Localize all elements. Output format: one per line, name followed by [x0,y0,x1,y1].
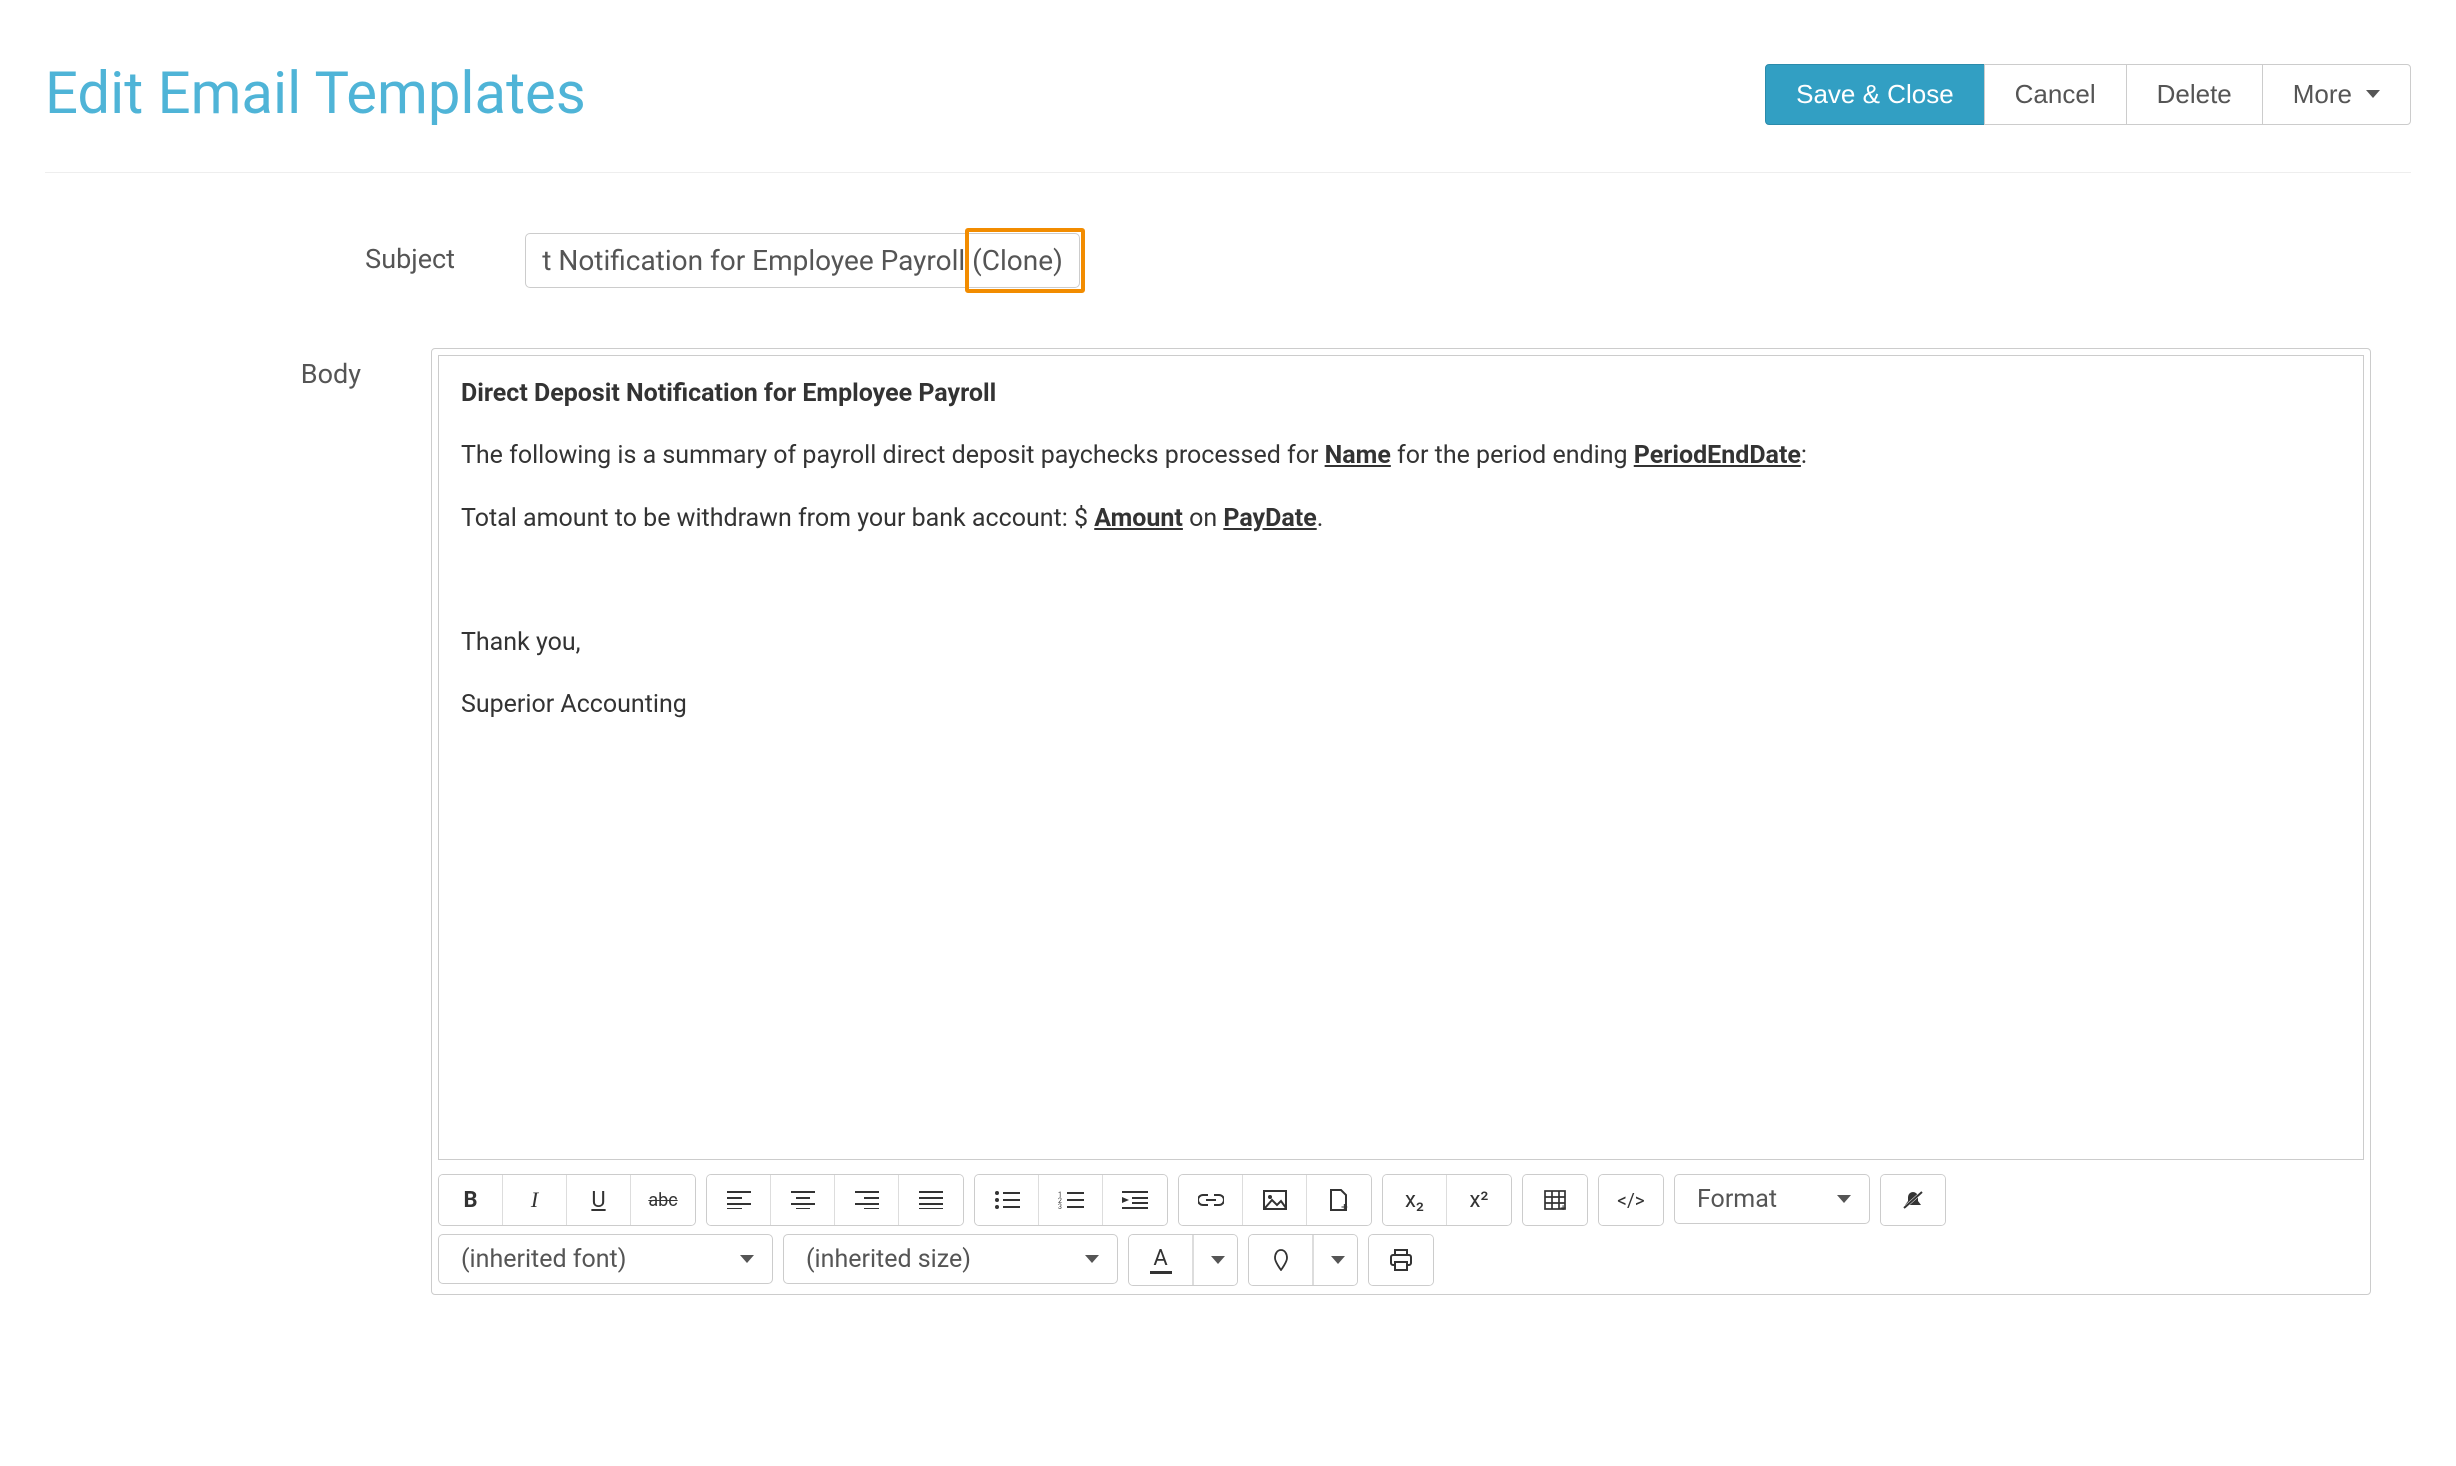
chevron-down-icon [740,1255,754,1263]
svg-text:+: + [1341,1200,1348,1211]
print-icon [1389,1249,1413,1271]
font-family-label: (inherited font) [461,1245,626,1274]
editor-content[interactable]: Direct Deposit Notification for Employee… [438,355,2364,1160]
bullet-list-icon [994,1191,1020,1209]
indent-button[interactable] [1103,1175,1167,1225]
page-title: Edit Email Templates [45,60,586,128]
align-justify-icon [919,1191,943,1209]
strike-icon: abc [648,1190,677,1211]
chevron-down-icon [1331,1256,1345,1264]
italic-button[interactable]: I [503,1175,567,1225]
insert-table-button[interactable]: + [1523,1175,1587,1225]
save-close-button[interactable]: Save & Close [1765,64,1985,125]
print-button[interactable] [1369,1235,1433,1285]
action-button-group: Save & Close Cancel Delete More [1766,64,2411,125]
highlight-button[interactable] [1249,1235,1313,1285]
body-line2-post: . [1317,504,1324,533]
insert-link-button[interactable] [1179,1175,1243,1225]
body-signature: Superior Accounting [461,687,2341,723]
body-line1-post: : [1801,441,1807,470]
ordered-list-icon: 123 [1058,1191,1084,1209]
clear-format-icon [1902,1190,1924,1210]
underline-icon: U [591,1188,605,1213]
editor-toolbar: B I U abc [432,1166,2370,1232]
body-line1-pre: The following is a summary of payroll di… [461,441,1325,470]
align-center-button[interactable] [771,1175,835,1225]
indent-icon [1122,1191,1148,1209]
body-line2-pre: Total amount to be withdrawn from your b… [461,504,1094,533]
ordered-list-button[interactable]: 123 [1039,1175,1103,1225]
insert-file-button[interactable]: + [1307,1175,1371,1225]
insert-image-button[interactable] [1243,1175,1307,1225]
body-thank-you: Thank you, [461,625,2341,661]
chevron-down-icon [1085,1255,1099,1263]
align-left-icon [727,1191,751,1209]
chevron-down-icon [2366,90,2380,98]
format-select[interactable]: Format [1674,1174,1870,1224]
font-color-icon: A [1153,1246,1167,1271]
code-icon: </> [1617,1189,1644,1212]
italic-icon: I [531,1187,538,1213]
bold-button[interactable]: B [439,1175,503,1225]
svg-text:3: 3 [1058,1203,1062,1209]
font-family-select[interactable]: (inherited font) [438,1234,773,1284]
chevron-down-icon [1211,1256,1225,1264]
font-color-button[interactable]: A [1129,1235,1193,1285]
svg-text:+: + [1560,1202,1566,1210]
more-label: More [2293,79,2352,110]
var-period-end-date[interactable]: PeriodEndDate [1634,441,1801,470]
var-pay-date[interactable]: PayDate [1223,504,1316,533]
font-color-dropdown[interactable] [1193,1235,1237,1285]
code-view-button[interactable]: </> [1599,1175,1663,1225]
bullet-list-button[interactable] [975,1175,1039,1225]
subscript-button[interactable]: x₂ [1383,1175,1447,1225]
image-icon [1263,1190,1287,1210]
font-size-label: (inherited size) [806,1245,971,1274]
cancel-button[interactable]: Cancel [1984,64,2127,125]
underline-button[interactable]: U [567,1175,631,1225]
clear-formatting-button[interactable] [1881,1175,1945,1225]
align-justify-button[interactable] [899,1175,963,1225]
chevron-down-icon [1837,1195,1851,1203]
strike-button[interactable]: abc [631,1175,695,1225]
superscript-button[interactable]: x² [1447,1175,1511,1225]
align-right-button[interactable] [835,1175,899,1225]
rich-text-editor: Direct Deposit Notification for Employee… [431,348,2371,1295]
format-label: Format [1697,1185,1777,1214]
delete-button[interactable]: Delete [2126,64,2263,125]
align-center-icon [791,1191,815,1209]
subject-label: Subject [265,233,455,275]
align-left-button[interactable] [707,1175,771,1225]
more-button[interactable]: More [2262,64,2411,125]
subscript-icon: x₂ [1405,1188,1424,1213]
subject-input[interactable] [525,233,1080,288]
table-icon: + [1544,1190,1566,1210]
align-right-icon [855,1191,879,1209]
file-add-icon: + [1328,1189,1350,1211]
superscript-icon: x² [1470,1188,1489,1213]
link-icon [1198,1193,1224,1207]
bold-icon: B [463,1188,477,1213]
var-amount[interactable]: Amount [1094,504,1183,533]
body-line1-mid: for the period ending [1391,441,1634,470]
body-line2-mid: on [1183,504,1223,533]
font-size-select[interactable]: (inherited size) [783,1234,1118,1284]
body-heading: Direct Deposit Notification for Employee… [461,379,996,408]
var-name[interactable]: Name [1325,441,1391,470]
body-label: Body [265,348,361,390]
highlight-dropdown[interactable] [1313,1235,1357,1285]
highlight-icon [1273,1249,1289,1271]
